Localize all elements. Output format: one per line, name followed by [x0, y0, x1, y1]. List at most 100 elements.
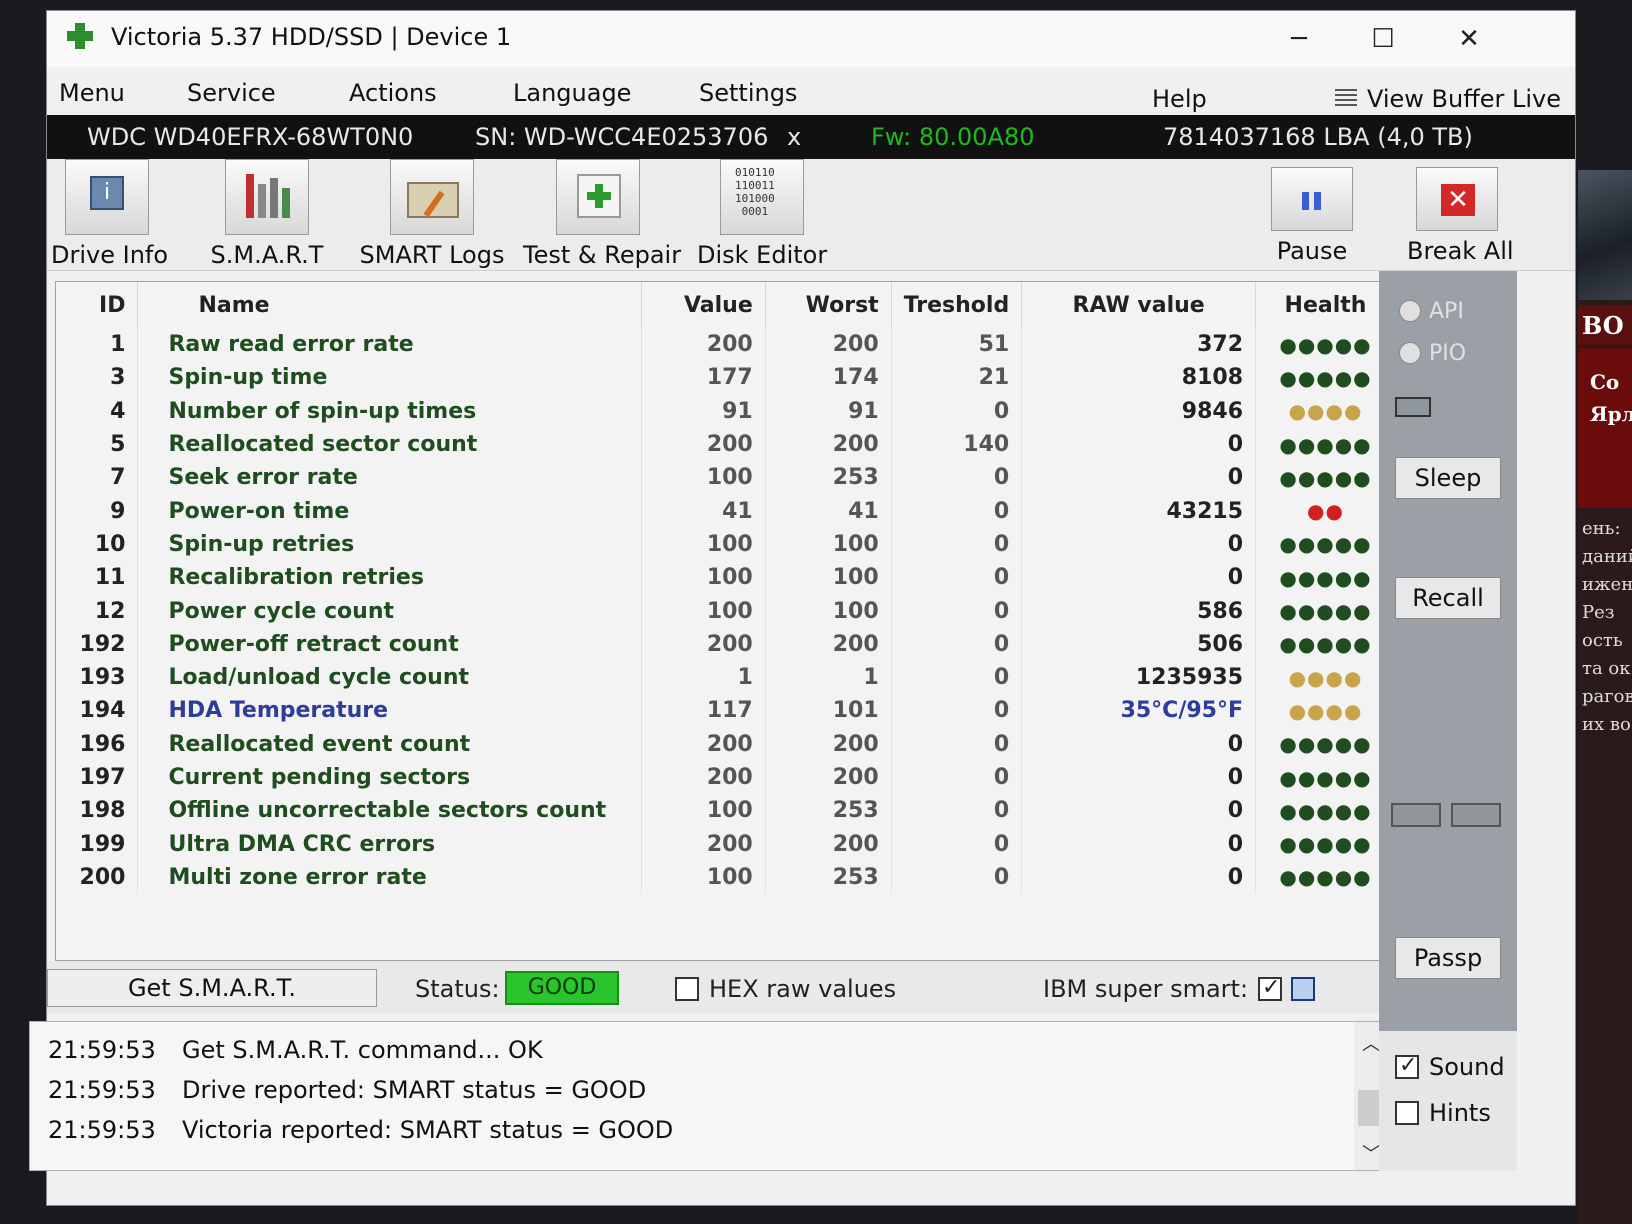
menu-service[interactable]: Service: [187, 79, 276, 107]
mini-button-right[interactable]: [1451, 803, 1501, 827]
header-health[interactable]: Health: [1255, 282, 1396, 328]
attr-raw-value: 0: [1021, 860, 1257, 895]
attr-raw-value: 372: [1021, 328, 1257, 362]
menu-language[interactable]: Language: [513, 79, 631, 107]
test-repair-button[interactable]: Test & Repair: [523, 159, 681, 269]
attr-threshold: 140: [891, 427, 1023, 462]
attr-value: 200: [641, 627, 766, 661]
attr-raw-value: 43215: [1021, 494, 1257, 528]
smart-button[interactable]: S.M.A.R.T: [207, 159, 327, 269]
status-badge: GOOD: [505, 971, 619, 1005]
device-firmware: Fw: 80.00A80: [871, 123, 1035, 151]
table-row[interactable]: 7 Seek error rate 100 253 0 0 ●●●●●: [56, 461, 1396, 495]
view-buffer-label: View Buffer Live: [1366, 85, 1561, 113]
table-row[interactable]: 5 Reallocated sector count 200 200 140 0 ●●●●●: [56, 427, 1396, 462]
ibm-super-smart-toggle[interactable]: IBM super smart:: [1043, 975, 1283, 1003]
scroll-up-icon[interactable]: ︿: [1362, 1030, 1380, 1056]
attr-threshold: 0: [891, 527, 1023, 562]
table-row[interactable]: 9 Power-on time 41 41 0 43215 ●●: [56, 494, 1396, 528]
maximize-button[interactable]: ☐: [1353, 19, 1413, 59]
attr-name: HDA Temperature: [137, 694, 642, 728]
table-row[interactable]: 194 HDA Temperature 117 101 0 35°C/95°F ●●●●: [56, 694, 1396, 728]
get-smart-button[interactable]: Get S.M.A.R.T.: [47, 969, 377, 1007]
smart-logs-button[interactable]: SMART Logs: [357, 159, 507, 269]
menu-menu[interactable]: Menu: [59, 79, 125, 107]
window-title: Victoria 5.37 HDD/SSD | Device 1: [111, 23, 512, 51]
pio-radio[interactable]: PIO: [1399, 341, 1466, 366]
scroll-down-icon[interactable]: ﹀: [1362, 1140, 1380, 1166]
toolbar: i Drive Info S.M.A.R.T SMART Logs Test &…: [47, 159, 1575, 271]
attr-name: Power cycle count: [137, 594, 642, 628]
hints-toggle[interactable]: Hints: [1395, 1099, 1491, 1127]
minimize-button[interactable]: ─: [1269, 19, 1329, 59]
small-indicator-box[interactable]: [1395, 397, 1431, 417]
pause-label: Pause: [1276, 237, 1348, 265]
title-bar[interactable]: Victoria 5.37 HDD/SSD | Device 1 ─ ☐ ✕: [47, 11, 1575, 67]
attr-name: Power-off retract count: [137, 627, 642, 661]
header-value[interactable]: Value: [641, 282, 766, 328]
table-row[interactable]: 197 Current pending sectors 200 200 0 0 ●●●●●: [56, 760, 1396, 795]
attr-threshold: 0: [891, 660, 1023, 695]
attr-health: ●●: [1255, 494, 1396, 528]
table-row[interactable]: 1 Raw read error rate 200 200 51 372 ●●●●●: [56, 328, 1396, 362]
color-indicator[interactable]: [1291, 977, 1315, 1001]
status-label: Status:: [415, 975, 500, 1003]
table-row[interactable]: 12 Power cycle count 100 100 0 586 ●●●●●: [56, 594, 1396, 628]
table-row[interactable]: 198 Offline uncorrectable sectors count 10…: [56, 794, 1396, 828]
drive-info-button[interactable]: i Drive Info: [51, 159, 168, 269]
header-id[interactable]: ID: [56, 282, 139, 328]
attr-threshold: 0: [891, 627, 1023, 661]
table-row[interactable]: 196 Reallocated event count 200 200 0 0 ●●●●●: [56, 727, 1396, 761]
table-row[interactable]: 200 Multi zone error rate 100 253 0 0 ●●●●●: [56, 860, 1396, 895]
ibm-super-smart-label: IBM super smart:: [1043, 975, 1249, 1003]
header-name[interactable]: Name: [137, 282, 642, 328]
attr-threshold: 0: [891, 794, 1023, 828]
attr-value: 41: [641, 494, 766, 528]
hex-raw-checkbox[interactable]: [675, 977, 699, 1001]
break-all-button[interactable]: ✕ Break All: [1407, 159, 1514, 265]
table-row[interactable]: 3 Spin-up time 177 174 21 8108 ●●●●●: [56, 361, 1396, 395]
recall-button[interactable]: Recall: [1395, 577, 1501, 619]
attr-threshold: 51: [891, 328, 1023, 362]
device-close-button[interactable]: x: [787, 123, 801, 151]
hints-checkbox[interactable]: [1395, 1101, 1419, 1125]
view-buffer-live-button[interactable]: View Buffer Live: [1334, 85, 1561, 113]
passp-button[interactable]: Passp: [1395, 937, 1501, 979]
sound-checkbox[interactable]: [1395, 1053, 1419, 1079]
ibm-super-smart-checkbox[interactable]: [1258, 975, 1283, 1001]
log-time: 21:59:53: [48, 1036, 156, 1064]
sound-toggle[interactable]: Sound: [1395, 1053, 1505, 1081]
menu-settings[interactable]: Settings: [699, 79, 797, 107]
attr-id: 10: [56, 527, 139, 562]
attr-value: 100: [641, 561, 766, 595]
attr-value: 200: [641, 760, 766, 795]
pause-button[interactable]: Pause: [1267, 159, 1357, 265]
sleep-button[interactable]: Sleep: [1395, 457, 1501, 499]
disk-editor-button[interactable]: 010110 110011 101000 0001 Disk Editor: [697, 159, 827, 269]
api-radio[interactable]: API: [1399, 299, 1464, 324]
table-row[interactable]: 193 Load/unload cycle count 1 1 0 1235935 ●●●●: [56, 660, 1396, 695]
table-row[interactable]: 10 Spin-up retries 100 100 0 0 ●●●●●: [56, 527, 1396, 562]
attr-name: Power-on time: [137, 494, 642, 528]
attr-threshold: 0: [891, 860, 1023, 895]
header-worst[interactable]: Worst: [765, 282, 892, 328]
table-row[interactable]: 199 Ultra DMA CRC errors 200 200 0 0 ●●●●●: [56, 827, 1396, 861]
table-row[interactable]: 192 Power-off retract count 200 200 0 506 ●●●●…: [56, 627, 1396, 661]
header-raw-value[interactable]: RAW value: [1021, 282, 1257, 328]
attr-worst: 100: [765, 561, 892, 595]
mini-button-left[interactable]: [1391, 803, 1441, 827]
attr-health: ●●●●●: [1255, 427, 1396, 462]
desktop-card-text-2: Ярл: [1590, 402, 1632, 426]
attr-id: 194: [56, 694, 139, 728]
desktop-text: ень: даний ижен Рез ость та ок рагов их во: [1578, 515, 1632, 739]
disk-editor-bits: 010110 110011 101000 0001: [735, 166, 775, 218]
table-row[interactable]: 11 Recalibration retries 100 100 0 0 ●●●●●: [56, 561, 1396, 595]
header-threshold[interactable]: Treshold: [891, 282, 1023, 328]
hex-raw-values-toggle[interactable]: HEX raw values: [675, 975, 896, 1003]
table-row[interactable]: 4 Number of spin-up times 91 91 0 9846 ●●●●: [56, 394, 1396, 428]
test-repair-plus-icon: [556, 159, 640, 235]
menu-actions[interactable]: Actions: [349, 79, 437, 107]
close-button[interactable]: ✕: [1439, 19, 1499, 59]
menu-help[interactable]: Help: [1152, 85, 1207, 113]
attr-worst: 91: [765, 394, 892, 428]
